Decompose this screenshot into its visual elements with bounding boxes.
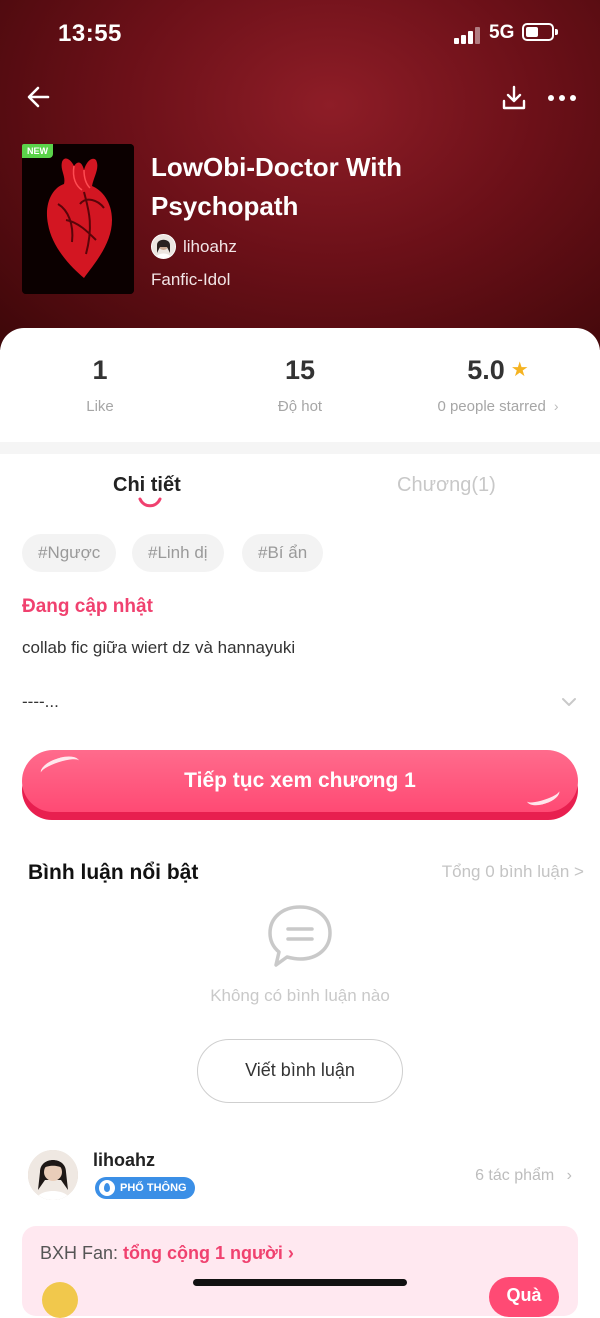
rating-value: 5.0 [467,355,505,385]
author-rank-label: PHỔ THÔNG [120,1182,187,1194]
tag-chip[interactable]: #Linh dị [132,534,224,572]
cellular-signal-icon [454,26,484,44]
network-type: 5G [489,22,515,43]
write-comment-button[interactable]: Viết bình luận [197,1039,403,1103]
hot-count: 15 [284,355,316,385]
tag-chip[interactable]: #Ngược [22,534,117,572]
tab-chapters[interactable]: Chương(1) [397,474,496,497]
author-card-name[interactable]: lihoahz [93,1150,155,1171]
rating-count-label: 0 people starred [437,398,546,415]
book-cover[interactable] [22,144,134,294]
book-title: LowObi-Doctor With Psychopath [151,152,403,221]
likes-count: 1 [92,355,108,385]
rating-stat[interactable]: 5.0 ★ 0 people starred › [398,352,598,415]
book-category[interactable]: Fanfic-Idol [151,270,230,290]
tag-chip[interactable]: #Bí ẩn [242,534,324,572]
status-time: 13:55 [58,20,122,47]
button-gloss [524,783,562,809]
avatar-portrait-icon [28,1150,78,1200]
fan-ranking-total[interactable]: tổng cộng 1 người [123,1243,283,1263]
hot-label: Độ hot [277,398,323,415]
hot-stat: 15 Độ hot [200,352,400,415]
author-avatar [151,234,176,259]
fan-avatar [42,1282,78,1318]
back-button[interactable] [24,82,54,112]
author-link[interactable]: lihoahz [151,234,237,259]
comment-bubble-icon [268,905,332,967]
tab-details[interactable]: Chi tiết [113,474,181,497]
new-badge: NEW [22,144,53,158]
chevron-right-icon: › [566,1167,572,1184]
chevron-right-icon: › [553,398,559,414]
avatar-portrait-icon [152,235,175,258]
battery-icon [522,23,558,41]
fan-ranking-prefix: BXH Fan: [40,1243,119,1263]
continue-reading-label: Tiếp tục xem chương 1 [184,769,416,792]
description-text: collab fic giữa wiert dz và hannayuki [22,638,296,657]
more-options-button[interactable] [546,84,578,112]
water-drop-icon [99,1180,115,1196]
no-comments-text: Không có bình luận nào [210,986,390,1005]
more-horizontal-icon [548,95,576,101]
likes-label: Like [86,398,114,415]
home-indicator[interactable] [193,1279,407,1286]
author-rank-badge: PHỔ THÔNG [95,1177,195,1199]
expand-description-button[interactable] [558,692,580,712]
author-works-link[interactable]: 6 tác phẩm › [475,1167,572,1185]
status-bar: 13:55 5G [0,0,600,70]
download-button[interactable] [500,84,528,112]
likes-stat: 1 Like [0,352,200,415]
continue-reading-button[interactable]: Tiếp tục xem chương 1 [22,750,578,812]
section-divider [0,442,600,454]
author-works-count: 6 tác phẩm [475,1167,555,1184]
gift-button[interactable]: Quà [489,1277,559,1317]
tab-active-indicator [138,497,162,508]
author-card-avatar[interactable] [28,1150,78,1200]
anatomical-heart-image [22,144,134,294]
star-icon: ★ [510,359,529,381]
author-name: lihoahz [183,236,237,256]
chevron-down-icon [562,698,576,706]
description-text-more: ----... [22,692,59,711]
arrow-left-icon [27,86,50,108]
chevron-right-icon: › [282,1243,294,1263]
button-gloss [38,752,82,782]
update-status: Đang cập nhật [22,596,153,617]
all-comments-link[interactable]: Tổng 0 bình luận > [442,862,584,882]
featured-comments-title: Bình luận nổi bật [28,861,199,884]
download-icon [502,85,526,110]
fan-ranking-text: BXH Fan: tổng cộng 1 người › [40,1243,294,1264]
